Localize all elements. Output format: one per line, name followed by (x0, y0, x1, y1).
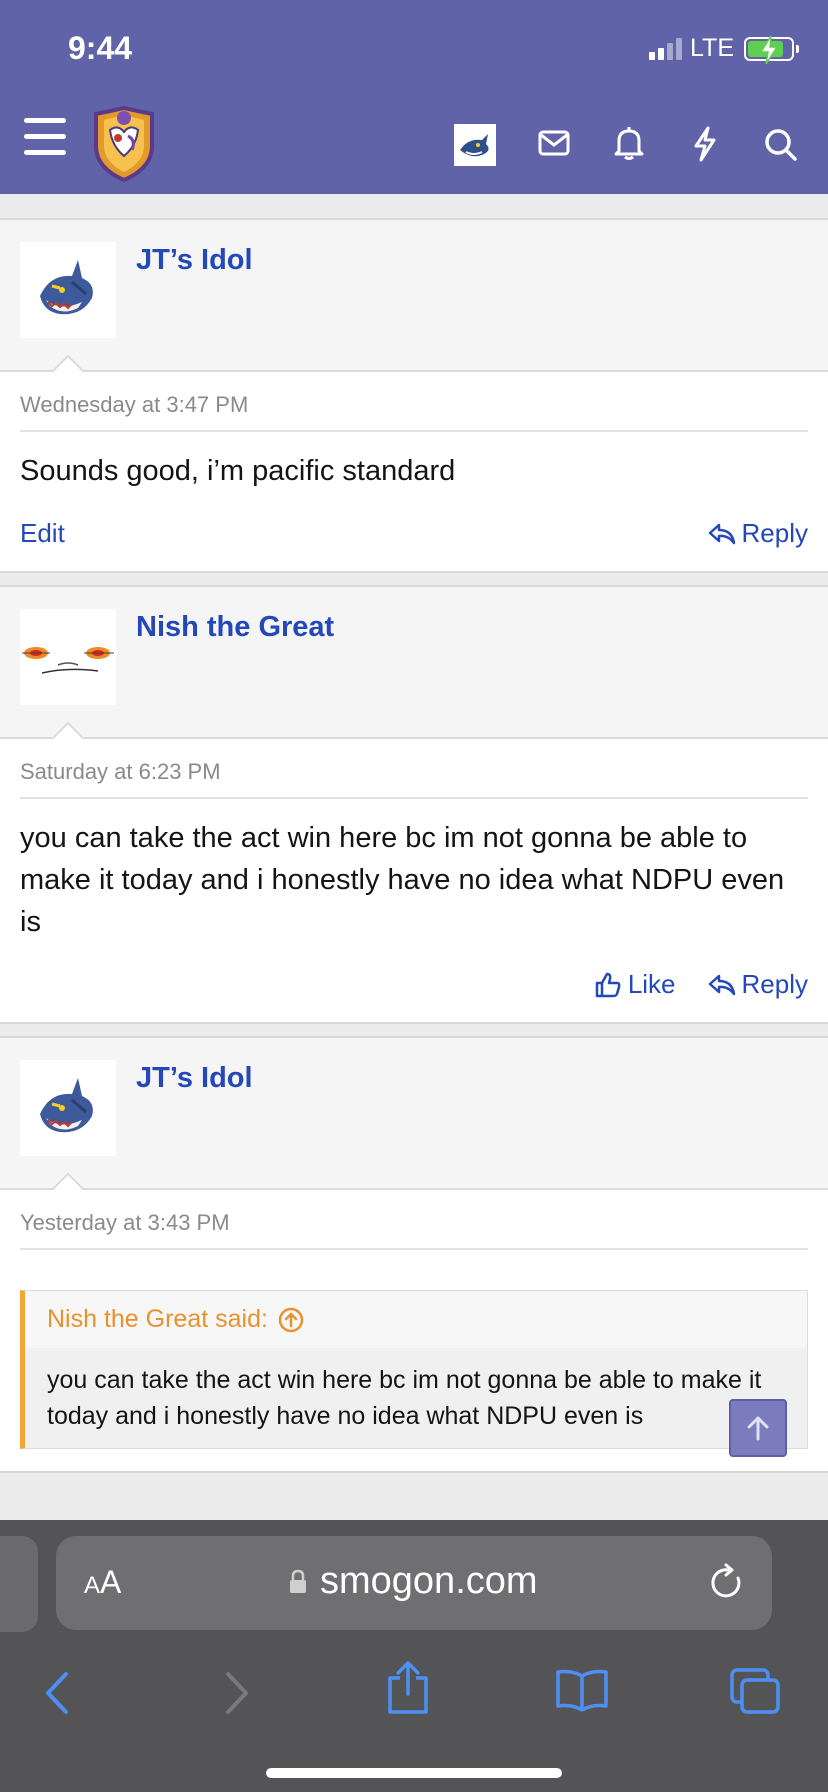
arrow-up-circle-icon[interactable] (278, 1307, 304, 1333)
scroll-top-button[interactable] (729, 1399, 787, 1457)
post-header: JT’s Idol (0, 1038, 828, 1190)
caret-icon (52, 354, 84, 372)
search-icon[interactable] (764, 128, 798, 162)
network-label: LTE (690, 34, 734, 62)
timestamp[interactable]: Wednesday at 3:47 PM (20, 392, 808, 432)
post-header: Nish the Great (0, 587, 828, 739)
post-body: Yesterday at 3:43 PM Nish the Great said… (0, 1190, 828, 1471)
back-icon[interactable] (42, 1670, 72, 1716)
thumbs-up-icon (595, 972, 621, 997)
reply-icon (708, 974, 735, 995)
bell-icon[interactable] (614, 126, 644, 160)
post: JT’s Idol Yesterday at 3:43 PM Nish the … (0, 1036, 828, 1473)
home-indicator[interactable] (266, 1768, 562, 1778)
post-body: Saturday at 6:23 PM you can take the act… (0, 739, 828, 1022)
caret-icon (52, 1172, 84, 1190)
forward-icon[interactable] (222, 1670, 252, 1716)
message-text: you can take the act win here bc im not … (20, 822, 785, 938)
signal-icon (649, 37, 682, 60)
avatar[interactable] (20, 1060, 116, 1156)
browser-toolbar (0, 1646, 828, 1746)
address-bar[interactable]: AA smogon.com (56, 1536, 772, 1630)
quote-block: Nish the Great said: you can take the ac… (20, 1290, 808, 1449)
bolt-icon[interactable] (692, 126, 718, 162)
username[interactable]: Nish the Great (136, 611, 334, 644)
top-bar: 9:44 LTE (0, 0, 828, 194)
post-actions-right: Like Reply (594, 969, 808, 1000)
caret-icon (52, 721, 84, 739)
like-button[interactable]: Like (594, 969, 676, 1000)
post: JT’s Idol Wednesday at 3:47 PM Sounds go… (0, 218, 828, 573)
bookmarks-icon[interactable] (554, 1668, 610, 1712)
username[interactable]: JT’s Idol (136, 1062, 253, 1095)
quote-author: Nish the Great said: (47, 1305, 268, 1333)
timestamp[interactable]: Yesterday at 3:43 PM (20, 1210, 808, 1250)
domain-label: smogon.com (320, 1560, 538, 1602)
avatar[interactable] (20, 609, 116, 705)
reply-button[interactable]: Reply (708, 969, 808, 1000)
reply-icon (708, 523, 735, 544)
post-actions: Like Reply (20, 969, 808, 1000)
thread: JT’s Idol Wednesday at 3:47 PM Sounds go… (0, 218, 828, 1485)
lock-icon (290, 1569, 306, 1593)
url-display[interactable]: smogon.com (288, 1560, 538, 1603)
timestamp[interactable]: Saturday at 6:23 PM (20, 759, 808, 799)
nav-bar (0, 100, 828, 188)
reload-icon[interactable] (708, 1562, 746, 1602)
tabs-icon[interactable] (728, 1666, 782, 1716)
username[interactable]: JT’s Idol (136, 244, 253, 277)
post-body: Wednesday at 3:47 PM Sounds good, i’m pa… (0, 372, 828, 571)
arrow-up-icon (747, 1416, 769, 1441)
status-time: 9:44 (68, 30, 133, 66)
post: Nish the Great Saturday at 6:23 PM you c… (0, 585, 828, 1024)
avatar[interactable] (20, 242, 116, 338)
browser-chrome: AA smogon.com (0, 1520, 828, 1792)
edit-button[interactable]: Edit (20, 518, 65, 549)
reply-label: Reply (741, 518, 808, 548)
reply-button[interactable]: Reply (708, 518, 808, 549)
mail-icon[interactable] (538, 130, 570, 156)
quote-text: you can take the act win here bc im not … (25, 1348, 807, 1448)
battery-icon (744, 35, 799, 64)
text-size-button[interactable]: AA (84, 1564, 121, 1601)
post-actions: Edit Reply (20, 518, 808, 549)
menu-icon[interactable] (24, 118, 66, 158)
quote-header[interactable]: Nish the Great said: (25, 1291, 807, 1348)
user-avatar[interactable] (454, 124, 496, 166)
previous-tab-preview[interactable] (0, 1536, 38, 1632)
post-header: JT’s Idol (0, 220, 828, 372)
status-indicators: LTE (649, 34, 799, 64)
like-label: Like (627, 969, 676, 999)
reply-label: Reply (741, 969, 808, 999)
message-text: Sounds good, i’m pacific standard (20, 455, 456, 487)
share-icon[interactable] (386, 1660, 430, 1716)
site-logo[interactable] (90, 105, 158, 187)
